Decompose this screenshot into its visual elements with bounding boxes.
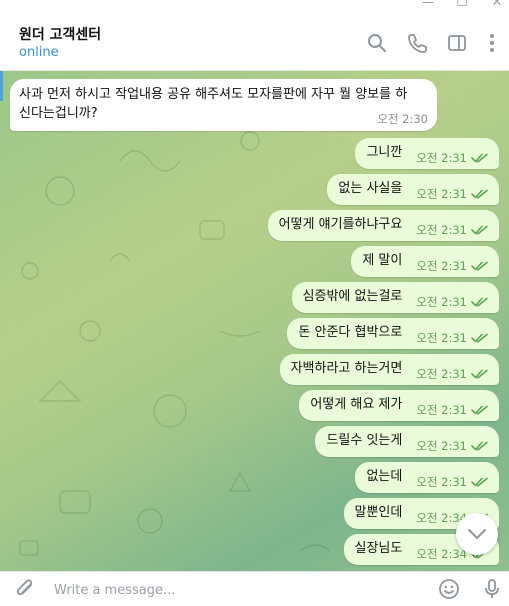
message-text: 사과 먼저 하시고 작업내용 공유 해주셔도 모자를판에 자꾸 뭘 양보를 하신… bbox=[19, 87, 408, 121]
message-text: 돈 안준다 협박으로 bbox=[298, 325, 403, 340]
double-check-icon bbox=[471, 189, 488, 199]
message-meta: 오전 2:31 bbox=[416, 402, 489, 418]
chat-header: 원더 고객센터 online bbox=[0, 14, 509, 71]
message-meta: 오전 2:31 bbox=[416, 186, 489, 202]
double-check-icon bbox=[471, 405, 488, 415]
message-input[interactable] bbox=[52, 579, 426, 601]
message-text: 그니깐 bbox=[366, 145, 403, 160]
message-meta: 오전 2:31 bbox=[416, 150, 489, 166]
outgoing-message[interactable]: 제 말이 오전 2:31 bbox=[351, 246, 499, 277]
more-vert-icon[interactable] bbox=[481, 32, 503, 54]
message-time: 오전 2:31 bbox=[416, 439, 467, 453]
message-time: 오전 2:31 bbox=[416, 295, 467, 309]
maximize-button[interactable]: ☐ bbox=[450, 0, 474, 12]
emoji-icon[interactable] bbox=[437, 577, 461, 601]
message-meta: 오전 2:31 bbox=[416, 330, 489, 346]
message-meta: 오전 2:31 bbox=[416, 294, 489, 310]
message-meta: 오전 2:31 bbox=[416, 258, 489, 274]
double-check-icon bbox=[471, 297, 488, 307]
double-check-icon bbox=[471, 225, 488, 235]
minimize-button[interactable]: — bbox=[416, 0, 440, 12]
outgoing-message[interactable]: 그니깐 오전 2:31 bbox=[355, 138, 499, 169]
message-text: 어떻게 해요 제가 bbox=[310, 397, 403, 412]
message-text: 드릴수 잇는게 bbox=[326, 433, 403, 448]
message-time: 오전 2:31 bbox=[416, 187, 467, 201]
chat-title[interactable]: 원더 고객센터 bbox=[19, 24, 101, 44]
window-titlebar: — ☐ ✕ bbox=[0, 0, 509, 14]
message-meta: 오전 2:31 bbox=[416, 474, 489, 490]
double-check-icon bbox=[471, 261, 488, 271]
message-time: 오전 2:31 bbox=[416, 151, 467, 165]
double-check-icon bbox=[471, 369, 488, 379]
message-text: 없는데 bbox=[366, 469, 403, 484]
close-window-button[interactable]: ✕ bbox=[485, 0, 509, 12]
microphone-icon[interactable] bbox=[480, 577, 504, 601]
message-text: 어떻게 얘기를하냐구요 bbox=[278, 217, 403, 232]
outgoing-message[interactable]: 어떻게 해요 제가 오전 2:31 bbox=[299, 390, 499, 421]
message-time: 오전 2:31 bbox=[416, 259, 467, 273]
double-check-icon bbox=[471, 477, 488, 487]
message-composer bbox=[0, 571, 509, 606]
message-text: 제 말이 bbox=[362, 253, 403, 268]
message-meta: 오전 2:31 bbox=[416, 222, 489, 238]
outgoing-message[interactable]: 없는데 오전 2:31 bbox=[355, 462, 499, 493]
double-check-icon bbox=[471, 333, 488, 343]
message-time: 오전 2:34 bbox=[416, 547, 467, 561]
outgoing-message[interactable]: 자백하라고 하는거면 오전 2:31 bbox=[279, 354, 499, 385]
message-time: 오전 2:31 bbox=[416, 403, 467, 417]
chevron-down-icon bbox=[468, 529, 486, 540]
chat-status: online bbox=[19, 45, 59, 60]
outgoing-message[interactable]: 돈 안준다 협박으로 오전 2:31 bbox=[287, 318, 499, 349]
outgoing-message[interactable]: 어떻게 얘기를하냐구요 오전 2:31 bbox=[267, 210, 499, 241]
message-time: 오전 2:30 bbox=[377, 112, 428, 126]
outgoing-message[interactable]: 없는 사실을 오전 2:31 bbox=[327, 174, 499, 205]
double-check-icon bbox=[471, 441, 488, 451]
unread-accent-line bbox=[0, 71, 3, 101]
message-text: 말뿐인데 bbox=[354, 505, 403, 520]
message-text: 실장님도 bbox=[354, 541, 403, 556]
message-meta: 오전 2:31 bbox=[416, 366, 489, 382]
message-time: 오전 2:31 bbox=[416, 331, 467, 345]
outgoing-message[interactable]: 심증밖에 없는걸로 오전 2:31 bbox=[291, 282, 499, 313]
double-check-icon bbox=[471, 153, 488, 163]
message-text: 없는 사실을 bbox=[338, 181, 403, 196]
message-meta: 오전 2:31 bbox=[416, 438, 489, 454]
message-time: 오전 2:31 bbox=[416, 223, 467, 237]
scroll-down-button[interactable] bbox=[456, 513, 498, 555]
message-text: 심증밖에 없는걸로 bbox=[302, 289, 403, 304]
incoming-message[interactable]: 사과 먼저 하시고 작업내용 공유 해주셔도 모자를판에 자꾸 뭘 양보를 하신… bbox=[10, 79, 437, 131]
message-text: 자백하라고 하는거면 bbox=[290, 361, 403, 376]
message-time: 오전 2:31 bbox=[416, 367, 467, 381]
outgoing-message[interactable]: 드릴수 잇는게 오전 2:31 bbox=[315, 426, 499, 457]
message-time: 오전 2:31 bbox=[416, 475, 467, 489]
sidebar-toggle-icon[interactable] bbox=[446, 32, 468, 54]
attach-icon[interactable] bbox=[14, 577, 38, 601]
chat-history[interactable]: 사과 먼저 하시고 작업내용 공유 해주셔도 모자를판에 자꾸 뭘 양보를 하신… bbox=[0, 71, 509, 571]
search-icon[interactable] bbox=[366, 32, 388, 54]
phone-icon[interactable] bbox=[406, 32, 428, 54]
